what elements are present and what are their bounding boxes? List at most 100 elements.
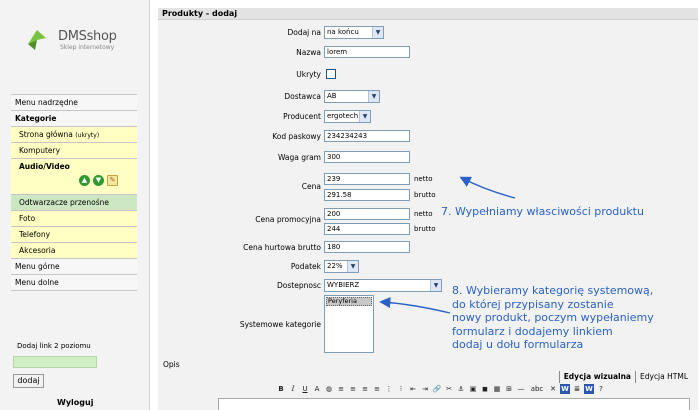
italic-icon[interactable]: I [288,384,298,394]
link-icon[interactable]: 🔗 [432,384,442,394]
category-komputery-label: Komputery [19,146,61,155]
cena-promo-brutto-label: brutto [414,225,436,233]
menu-nadrzedne[interactable]: Menu nadrzędne [11,95,137,111]
cena-promo-brutto-input[interactable]: 244 [324,223,410,235]
podatek-label: Podatek [290,262,321,271]
producent-select[interactable]: ergotech ▼ [324,110,371,123]
cena-netto-label: netto [414,175,433,183]
kod-label: Kod paskowy [272,132,321,141]
category-audio-video-label: Audio/Video [19,162,70,171]
panel-title: Produkty - dodaj [158,8,698,20]
category-audio-video[interactable]: Audio/Video ▲ ▼ ✎ [11,159,137,195]
cena-hurt-input[interactable]: 180 [324,241,410,253]
logout-link[interactable]: Wyloguj [57,398,93,407]
annotation-step8-line: formularz i dodajemy linkiem [452,324,613,338]
bullet-list-icon[interactable]: ⁝ [396,384,406,394]
font-color-icon[interactable]: A [312,384,322,394]
menu-dolne[interactable]: Menu dolne [11,275,137,291]
cena-brutto-label: brutto [414,191,436,199]
add-button[interactable]: dodaj [13,374,44,388]
align-right-icon[interactable]: ≡ [360,384,370,394]
underline-icon[interactable]: U [300,384,310,394]
category-akcesoria-label: Akcesoria [19,246,56,255]
logo-tagline: Sklep internetowy [60,44,115,51]
kategorie-listbox[interactable]: Peryferia [324,295,374,353]
table-icon[interactable]: ▦ [492,384,502,394]
producent-value: ergotech [327,112,359,120]
unlink-icon[interactable]: ✂ [444,384,454,394]
numbered-list-icon[interactable]: ⋮ [384,384,394,394]
opis-editor[interactable] [218,398,690,410]
cena-promo-netto-label: netto [414,210,433,218]
dostepnosc-label: Dostepnosc [277,281,321,290]
category-telefony-label: Telefony [19,230,51,239]
add-level-label: Dodaj link 2 poziomu [17,342,91,350]
annotation-step8-line: do której przypisany zostanie [452,297,614,311]
editor-toolbar: B I U A ◍ ≡ ≡ ≡ ≡ ⋮ ⁝ ⇤ ⇥ 🔗 ✂ ⚓ ▣ ◼ ▦ ⊞ — abc ✕ W ≣ W? [276,384,606,394]
annotation-step8-line: nowy produkt, poczym wypełaniemy [452,311,654,324]
category-komputery[interactable]: Komputery [11,143,137,159]
image-icon[interactable]: ▣ [468,384,478,394]
media-icon[interactable]: ◼ [480,384,490,394]
hidden-note: (ukryty) [75,132,100,139]
dostepnosc-select[interactable]: WYBIERZ ▼ [324,279,442,292]
outdent-icon[interactable]: ⇤ [408,384,418,394]
arrow-up-icon[interactable]: ▲ [79,175,90,186]
menu-kategorie[interactable]: Kategorie [11,111,137,127]
horizontal-rule-icon[interactable]: — [516,384,526,394]
sidebar-menu: Menu nadrzędne Kategorie Strona główna (… [11,94,137,291]
cena-brutto-input[interactable]: 291.58 [324,189,410,201]
add-level-input[interactable] [13,356,97,368]
dodaj-na-select[interactable]: na końcu ▼ [324,26,384,39]
bold-icon[interactable]: B [276,384,286,394]
align-center-icon[interactable]: ≡ [348,384,358,394]
waga-input[interactable]: 300 [324,151,410,163]
cena-promo-netto-input[interactable]: 200 [324,208,410,220]
html-source-icon[interactable]: ≣ [572,384,582,394]
paste-word-icon[interactable]: W [560,384,570,394]
nazwa-input[interactable]: lorem [324,46,410,58]
anchor-icon[interactable]: ⚓ [456,384,466,394]
ukryty-checkbox[interactable] [326,69,336,79]
dostawca-select[interactable]: AB ▼ [324,90,380,103]
help-icon[interactable]: ? [596,384,606,394]
category-odtwarzacze[interactable]: Odtwarzacze przenośne [11,195,137,211]
chevron-down-icon: ▼ [430,280,441,291]
waga-label: Waga gram [277,153,321,162]
logo-name: DMSshop [58,29,117,44]
remove-format-icon[interactable]: ✕ [548,384,558,394]
strikethrough-icon[interactable]: abc [528,384,546,394]
editor-tabs: Edycja wizualna Edycja HTML [558,371,692,383]
paste-word-2-icon[interactable]: W [584,384,594,394]
menu-gorne[interactable]: Menu górne [11,259,137,275]
dostawca-label: Dostawca [284,92,321,101]
indent-icon[interactable]: ⇥ [420,384,430,394]
cena-label: Cena [301,182,321,191]
category-strona-glowna[interactable]: Strona główna (ukryty) [11,127,137,143]
kategorie-option[interactable]: Peryferia [326,297,372,306]
chevron-down-icon: ▼ [347,261,358,272]
producent-label: Producent [283,112,321,121]
grid-icon[interactable]: ⊞ [504,384,514,394]
category-odtwarzacze-label: Odtwarzacze przenośne [19,198,110,207]
align-left-icon[interactable]: ≡ [336,384,346,394]
category-telefony[interactable]: Telefony [11,227,137,243]
category-foto[interactable]: Foto [11,211,137,227]
cena-netto-input[interactable]: 239 [324,173,410,185]
arrow-down-icon[interactable]: ▼ [93,175,104,186]
category-akcesoria[interactable]: Akcesoria [11,243,137,259]
sidebar: DMSshop Sklep internetowy Menu nadrzędne… [0,0,150,410]
justify-icon[interactable]: ≡ [372,384,382,394]
kod-input[interactable]: 234234243 [324,130,410,142]
dodaj-na-label: Dodaj na [287,28,321,37]
dostawca-value: AB [327,92,337,100]
annotation-step7: 7. Wypełniamy własciwości produktu [441,205,644,218]
edit-icon[interactable]: ✎ [107,175,118,186]
tab-edycja-wizualna[interactable]: Edycja wizualna [558,371,635,383]
tab-edycja-html[interactable]: Edycja HTML [635,371,692,383]
podatek-select[interactable]: 22% ▼ [324,260,359,273]
logo[interactable]: DMSshop Sklep internetowy [22,24,132,58]
annotation-step8: 8. Wybieramy kategorię systemową, do któ… [452,284,654,352]
palette-icon[interactable]: ◍ [324,384,334,394]
nazwa-label: Nazwa [296,48,321,57]
